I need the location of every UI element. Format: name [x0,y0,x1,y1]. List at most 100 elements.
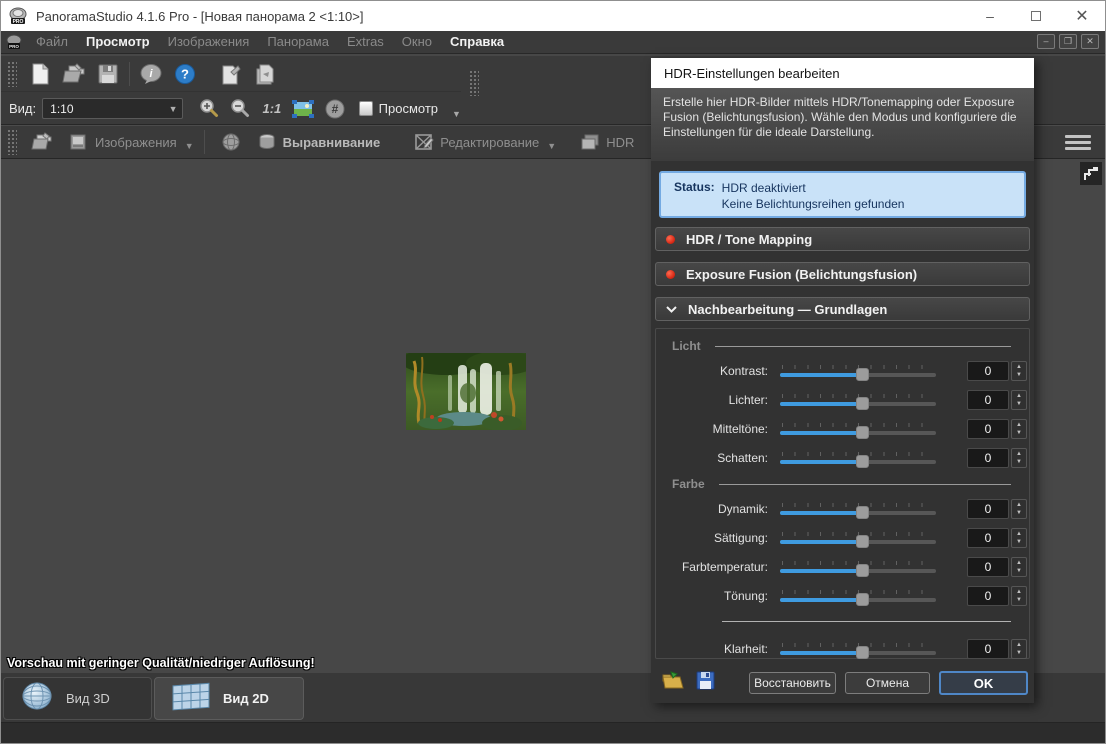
slider-track[interactable] [780,651,936,655]
add-images-button[interactable] [23,126,61,158]
spinner-klarheit[interactable]: ▲▼ [1011,639,1027,659]
toolbar-grip[interactable] [7,61,17,87]
slider-thumb-dynamik[interactable] [856,506,869,519]
spinner-mitteltoene[interactable]: ▲▼ [1011,419,1027,439]
info-icon[interactable]: i [134,60,168,88]
open-project-icon[interactable] [57,60,91,88]
menu-item-file[interactable]: Файл [27,31,77,53]
tab-alignment[interactable]: Выравнивание [249,126,389,158]
slider-thumb-schatten[interactable] [856,455,869,468]
slider-thumb-kontrast[interactable] [856,368,869,381]
spinner-down-icon[interactable]: ▼ [1016,649,1022,657]
spinner-kontrast[interactable]: ▲▼ [1011,361,1027,381]
cancel-button[interactable]: Отмена [845,672,930,694]
slider-dynamik[interactable] [780,503,936,515]
menu-item-panorama[interactable]: Панорама [258,31,338,53]
spinner-up-icon[interactable]: ▲ [1016,530,1022,538]
value-box-dynamik[interactable]: 0 [967,499,1009,519]
maximize-button[interactable] [1013,1,1059,31]
section-exposure-fusion[interactable]: Exposure Fusion (Belichtungsfusion) [655,262,1030,286]
slider-track[interactable] [780,598,936,602]
spinner-down-icon[interactable]: ▼ [1016,509,1022,517]
spinner-down-icon[interactable]: ▼ [1016,596,1022,604]
spinner-up-icon[interactable]: ▲ [1016,421,1022,429]
value-box-saettigung[interactable]: 0 [967,528,1009,548]
spinner-toenung[interactable]: ▲▼ [1011,586,1027,606]
slider-klarheit[interactable] [780,643,936,655]
tab-images[interactable]: Изображения [61,126,185,158]
menu-item-window[interactable]: Окно [393,31,441,53]
slider-track[interactable] [780,373,936,377]
spinner-down-icon[interactable]: ▼ [1016,567,1022,575]
slider-thumb-toenung[interactable] [856,593,869,606]
collapse-panel-icon[interactable] [1080,162,1102,185]
view-2d-button[interactable]: Вид 2D [154,677,304,720]
spinner-schatten[interactable]: ▲▼ [1011,448,1027,468]
menu-item-help[interactable]: Справка [441,31,513,53]
slider-thumb-farbtemperatur[interactable] [856,564,869,577]
menu-item-images[interactable]: Изображения [159,31,259,53]
toolbar-grip-right[interactable] [469,70,479,96]
spinner-up-icon[interactable]: ▲ [1016,588,1022,596]
tab-editing-dropdown-icon[interactable]: ▼ [547,141,556,151]
menu-item-extras[interactable]: Extras [338,31,393,53]
slider-track[interactable] [780,569,936,573]
new-project-icon[interactable] [23,60,57,88]
zoom-in-icon[interactable] [193,95,225,123]
slider-farbtemperatur[interactable] [780,561,936,573]
slider-schatten[interactable] [780,452,936,464]
slider-mitteltoene[interactable] [780,423,936,435]
value-box-farbtemperatur[interactable]: 0 [967,557,1009,577]
section-hdr-tone-mapping[interactable]: HDR / Tone Mapping [655,227,1030,251]
tab-hdr[interactable]: HDR [572,126,642,158]
export-copy-icon[interactable] [248,60,282,88]
grid-toggle-icon[interactable]: # [319,95,351,123]
toolbar-overflow-arrow-icon[interactable]: ▼ [452,109,461,119]
slider-track[interactable] [780,540,936,544]
value-box-klarheit[interactable]: 0 [967,639,1009,659]
value-box-mitteltoene[interactable]: 0 [967,419,1009,439]
slider-saettigung[interactable] [780,532,936,544]
zoom-out-icon[interactable] [225,95,257,123]
slider-track[interactable] [780,402,936,406]
slider-track[interactable] [780,431,936,435]
spinner-up-icon[interactable]: ▲ [1016,363,1022,371]
tab-editing[interactable]: Редактирование [406,126,547,158]
section-post-processing[interactable]: Nachbearbeitung — Grundlagen [655,297,1030,321]
slider-thumb-klarheit[interactable] [856,646,869,659]
value-box-lichter[interactable]: 0 [967,390,1009,410]
spinner-down-icon[interactable]: ▼ [1016,458,1022,466]
export-image-icon[interactable] [214,60,248,88]
spinner-saettigung[interactable]: ▲▼ [1011,528,1027,548]
panel-menu-icon[interactable] [1065,135,1091,153]
slider-thumb-lichter[interactable] [856,397,869,410]
spinner-up-icon[interactable]: ▲ [1016,559,1022,567]
spinner-up-icon[interactable]: ▲ [1016,641,1022,649]
spinner-down-icon[interactable]: ▼ [1016,429,1022,437]
ok-button[interactable]: OK [939,671,1028,695]
help-icon[interactable]: ? [168,60,202,88]
spinner-farbtemperatur[interactable]: ▲▼ [1011,557,1027,577]
minimize-button[interactable]: – [967,1,1013,31]
slider-track[interactable] [780,460,936,464]
tab-images-dropdown-icon[interactable]: ▼ [185,141,194,151]
projection-sphere-button[interactable] [213,126,249,158]
panorama-preview-image[interactable] [406,353,526,430]
spinner-up-icon[interactable]: ▲ [1016,450,1022,458]
slider-toenung[interactable] [780,590,936,602]
spinner-dynamik[interactable]: ▲▼ [1011,499,1027,519]
mdi-minimize-button[interactable]: – [1037,34,1055,49]
spinner-down-icon[interactable]: ▼ [1016,371,1022,379]
value-box-toenung[interactable]: 0 [967,586,1009,606]
slider-kontrast[interactable] [780,365,936,377]
spinner-down-icon[interactable]: ▼ [1016,400,1022,408]
value-box-kontrast[interactable]: 0 [967,361,1009,381]
view-3d-button[interactable]: Вид 3D [3,677,152,720]
restore-button[interactable]: Восстановить [749,672,836,694]
spinner-up-icon[interactable]: ▲ [1016,501,1022,509]
menu-item-view[interactable]: Просмотр [77,31,159,53]
save-settings-icon[interactable] [696,671,715,695]
slider-track[interactable] [780,511,936,515]
load-settings-icon[interactable] [661,671,684,695]
save-project-icon[interactable] [91,60,125,88]
